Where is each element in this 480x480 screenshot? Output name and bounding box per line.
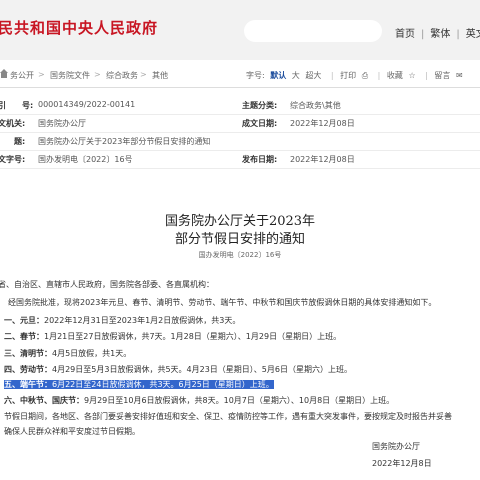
holiday-label: 三、清明节： bbox=[4, 349, 52, 358]
closing-paragraph-line2: 确保人民群众祥和平安度过节日假期。 bbox=[4, 427, 140, 436]
header-nav: 首页 | 繁体 | 英文 bbox=[395, 25, 480, 40]
holiday-label: 五、端午节： bbox=[4, 380, 52, 389]
star-icon: ☆ bbox=[408, 71, 416, 80]
holiday-text: 4月29日至5月3日放假调休，共5天。4月23日（星期日）、5月6日（星期六）上… bbox=[52, 365, 352, 374]
holiday-text: 4月5日放假，共1天。 bbox=[52, 349, 132, 358]
holiday-item: 三、清明节：4月5日放假，共1天。 bbox=[4, 348, 480, 359]
written-date-label: 成文日期: bbox=[242, 119, 278, 128]
doc-number-value: 国办发明电〔2022〕16号 bbox=[38, 155, 133, 164]
holiday-item: 四、劳动节：4月29日至5月3日放假调休，共5天。4月23日（星期日）、5月6日… bbox=[4, 364, 480, 375]
holiday-text: 9月29日至10月6日放假调休，共8天。10月7日（星期六）、10月8日（星期日… bbox=[84, 396, 395, 405]
search-input[interactable] bbox=[244, 20, 382, 42]
document-title-line2: 部分节假日安排的通知 bbox=[174, 232, 305, 247]
title-label: 题: bbox=[0, 137, 26, 146]
holiday-label: 二、春节： bbox=[4, 332, 44, 341]
title-value: 国务院办公厅关于2023年部分节假日安排的通知 bbox=[38, 137, 211, 146]
breadcrumb-item[interactable]: 综合政务 bbox=[106, 70, 138, 81]
holiday-item: 五、端午节：6月22日至24日放假调休，共3天。6月25日（星期日）上班。 bbox=[4, 379, 480, 390]
signature: 国务院办公厅 bbox=[372, 442, 420, 451]
breadcrumb-separator: > bbox=[140, 70, 147, 79]
topic-label: 主题分类: bbox=[242, 101, 278, 110]
breadcrumb-separator: > bbox=[38, 70, 45, 79]
signature-date: 2022年12月8日 bbox=[372, 459, 432, 468]
recipients: 省、自治区、直辖市人民政府，国务院各部委、各直属机构： bbox=[0, 280, 214, 289]
print-icon: ⎙ bbox=[361, 71, 369, 80]
holiday-label: 四、劳动节： bbox=[4, 365, 52, 374]
holiday-item: 二、春节：1月21日至27日放假调休，共7天。1月28日（星期六）、1月29日（… bbox=[4, 331, 480, 342]
issuer-label: 文机关: bbox=[0, 119, 26, 128]
closing-paragraph-line1: 节假日期间，各地区、各部门要妥善安排好值班和安全、保卫、疫情防控等工作，遇有重大… bbox=[4, 412, 452, 421]
font-xlarge-button[interactable]: 超大 bbox=[305, 71, 321, 80]
site-logo[interactable]: 民共和国中央人民政府 bbox=[0, 17, 158, 38]
meta-row: 文机关: 国务院办公厅 成文日期: 2022年12月08日 bbox=[0, 114, 480, 133]
font-default-button[interactable]: 默认 bbox=[270, 71, 286, 80]
home-icon bbox=[0, 69, 8, 78]
breadcrumb-item[interactable]: 其他 bbox=[152, 70, 168, 81]
publish-date-label: 发布日期: bbox=[242, 155, 278, 164]
tools-divider: | bbox=[330, 71, 334, 80]
document-metadata: 引 号: 000014349/2022-00141 主题分类: 综合政务\其他 … bbox=[0, 96, 480, 169]
meta-row: 文字号: 国办发明电〔2022〕16号 发布日期: 2022年12月08日 bbox=[0, 150, 480, 169]
document-title-line1: 国务院办公厅关于2023年 bbox=[164, 214, 316, 229]
holiday-item: 六、中秋节、国庆节：9月29日至10月6日放假调休，共8天。10月7日（星期六）… bbox=[4, 395, 480, 406]
meta-row: 题: 国务院办公厅关于2023年部分节假日安排的通知 bbox=[0, 132, 480, 151]
print-button[interactable]: 打印 bbox=[340, 71, 356, 80]
nav-separator: | bbox=[456, 29, 460, 40]
topic-value: 综合政务\其他 bbox=[290, 101, 341, 110]
holiday-label: 一、元旦： bbox=[4, 316, 44, 325]
index-label: 引 号: bbox=[0, 101, 34, 110]
publish-date-value: 2022年12月08日 bbox=[290, 155, 355, 164]
intro-paragraph: 经国务院批准，现将2023年元旦、春节、清明节、劳动节、端午节、中秋节和国庆节放… bbox=[0, 298, 437, 307]
nav-traditional-link[interactable]: 繁体 bbox=[430, 29, 450, 40]
selected-text-highlight[interactable]: 五、端午节：6月22日至24日放假调休，共3天。6月25日（星期日）上班。 bbox=[4, 380, 274, 389]
holiday-label: 六、中秋节、国庆节： bbox=[4, 396, 84, 405]
nav-separator: | bbox=[421, 29, 425, 40]
nav-english-link[interactable]: 英文 bbox=[466, 29, 480, 40]
page-tools: 字号: 默认 大 超大 | 打印 ⎙ | 收藏 ☆ | 留言 ✉ bbox=[246, 70, 466, 81]
index-value: 000014349/2022-00141 bbox=[38, 100, 136, 109]
font-size-label: 字号: bbox=[246, 71, 265, 80]
site-header: 民共和国中央人民政府 首页 | 繁体 | 英文 bbox=[0, 0, 480, 60]
holiday-text: 1月21日至27日放假调休，共7天。1月28日（星期六）、1月29日（星期日）上… bbox=[44, 332, 342, 341]
nav-home-link[interactable]: 首页 bbox=[395, 29, 415, 40]
holiday-text: 2022年12月31日至2023年1月2日放假调休，共3天。 bbox=[44, 316, 241, 325]
meta-row: 引 号: 000014349/2022-00141 主题分类: 综合政务\其他 bbox=[0, 96, 480, 115]
holiday-item: 一、元旦：2022年12月31日至2023年1月2日放假调休，共3天。 bbox=[4, 315, 480, 326]
tools-divider: | bbox=[377, 71, 381, 80]
favorite-button[interactable]: 收藏 bbox=[387, 71, 403, 80]
breadcrumb-item[interactable]: 国务院文件 bbox=[50, 70, 90, 81]
tools-divider: | bbox=[425, 71, 428, 80]
breadcrumb: 务公开 > 国务院文件 > 综合政务 > 其他 字号: 默认 大 超大 | 打印… bbox=[0, 63, 480, 88]
breadcrumb-item[interactable]: 务公开 bbox=[10, 70, 34, 81]
breadcrumb-separator: > bbox=[94, 70, 101, 79]
issuer-value: 国务院办公厅 bbox=[38, 119, 86, 128]
holiday-text: 6月22日至24日放假调休，共3天。6月25日（星期日）上班。 bbox=[52, 380, 274, 389]
doc-number-label: 文字号: bbox=[0, 155, 26, 164]
written-date-value: 2022年12月08日 bbox=[290, 119, 355, 128]
document-number: 国办发明电〔2022〕16号 bbox=[198, 251, 282, 259]
font-large-button[interactable]: 大 bbox=[292, 71, 300, 80]
message-icon: ✉ bbox=[455, 71, 463, 80]
message-button[interactable]: 留言 bbox=[434, 71, 450, 80]
